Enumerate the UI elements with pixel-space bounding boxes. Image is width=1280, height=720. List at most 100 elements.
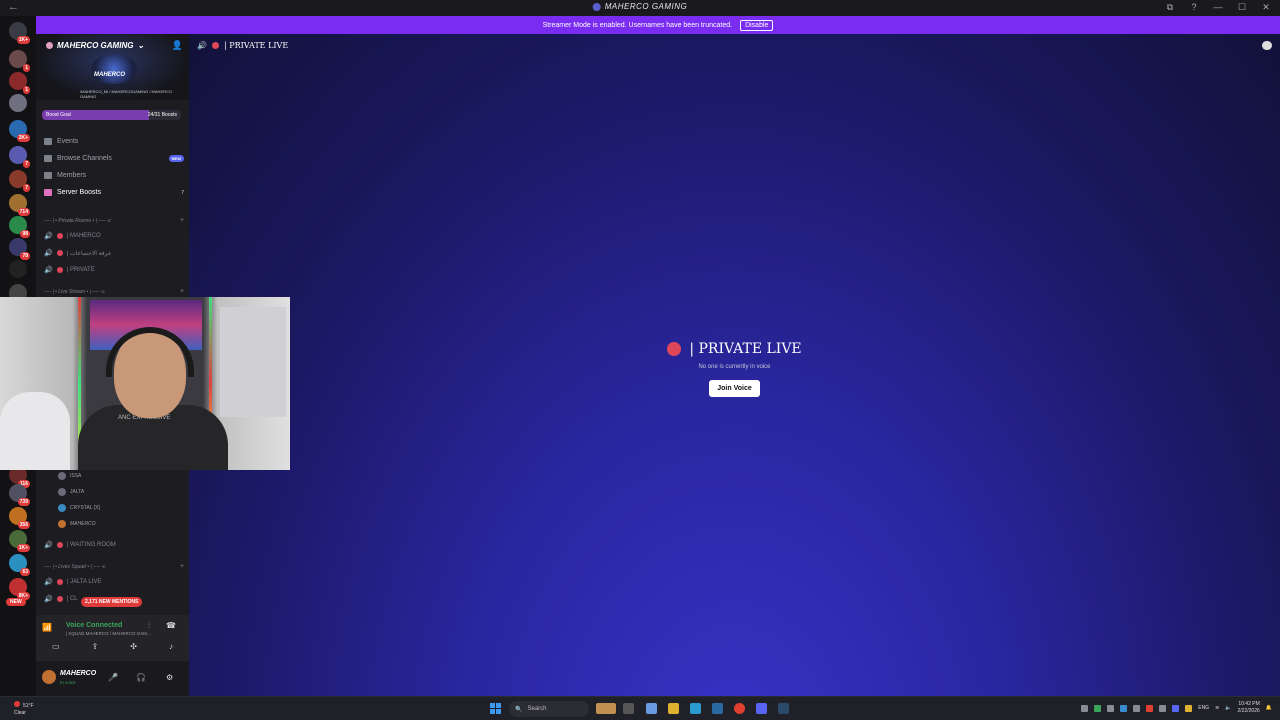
server-name-dropdown[interactable]: MAHERCO GAMING ⌄ bbox=[46, 41, 144, 50]
camera-off-icon[interactable]: ▭ bbox=[52, 642, 60, 651]
nav-events[interactable]: Events bbox=[44, 138, 184, 145]
add-channel-icon[interactable]: + bbox=[180, 217, 184, 224]
language-indicator[interactable]: ENG bbox=[1198, 705, 1209, 711]
nav-browse-channels[interactable]: Browse Channels NEW bbox=[44, 155, 184, 162]
file-explorer-icon[interactable] bbox=[668, 703, 679, 714]
avatar[interactable] bbox=[42, 670, 56, 684]
task-view-icon[interactable] bbox=[623, 703, 634, 714]
invite-people-icon[interactable]: 👤 bbox=[172, 40, 183, 51]
mention-badge: 98 bbox=[20, 230, 30, 238]
taskbar-search[interactable]: 🔍 Search bbox=[509, 701, 589, 717]
notifications-icon[interactable]: 🔔 bbox=[1266, 705, 1272, 711]
volume-icon[interactable]: 🔈 bbox=[1225, 705, 1231, 711]
minimize-button[interactable]: — bbox=[1212, 2, 1224, 13]
server-icon-15[interactable]: 356 bbox=[9, 507, 30, 529]
red-dot-icon bbox=[56, 579, 63, 585]
voice-channel-waiting-room[interactable]: 🔊 | WAITING ROOM bbox=[44, 541, 116, 549]
inbox-icon[interactable]: ⧉ bbox=[1164, 2, 1176, 13]
server-icon-10[interactable]: 78 bbox=[9, 238, 30, 260]
tray-icon[interactable] bbox=[1120, 704, 1128, 712]
add-channel-icon[interactable]: + bbox=[180, 288, 184, 295]
noise-suppression-icon[interactable]: ⫶ bbox=[148, 621, 150, 631]
category-private-rooms[interactable]: ── | • Private Rooms • | ── -c + bbox=[44, 217, 184, 224]
nav-members[interactable]: Members bbox=[44, 172, 184, 179]
windows-start-icon[interactable] bbox=[490, 703, 501, 714]
headphones-icon[interactable]: 🎧 bbox=[136, 673, 146, 682]
server-icon-6[interactable]: 7 bbox=[9, 146, 30, 168]
wifi-icon[interactable]: ≋ bbox=[1215, 705, 1219, 711]
server-icon-16[interactable]: 1K+ bbox=[9, 530, 30, 552]
voice-channel-jalta-live[interactable]: 🔊 | JALTA LIVE bbox=[44, 578, 101, 586]
boost-goal-bar[interactable]: Boost Goal 24/31 Boosts bbox=[42, 110, 181, 120]
activities-icon[interactable]: ✣ bbox=[130, 642, 137, 651]
voice-actions: ▭ ⇪ ✣ ♪ bbox=[36, 642, 189, 651]
add-channel-icon[interactable]: + bbox=[180, 563, 184, 570]
clock[interactable]: 10:42 PM 2/22/2026 bbox=[1238, 701, 1260, 715]
tray-icon[interactable] bbox=[1172, 704, 1180, 712]
copilot-icon[interactable] bbox=[646, 703, 657, 714]
store-icon[interactable] bbox=[712, 703, 723, 714]
system-tray: ENG ≋ 🔈 10:42 PM 2/22/2026 🔔 bbox=[1081, 701, 1272, 715]
server-icon-5[interactable]: 2K+ bbox=[9, 120, 30, 142]
disable-streamer-mode-button[interactable]: Disable bbox=[740, 19, 774, 31]
voice-member[interactable]: JALTA bbox=[58, 488, 84, 496]
server-icon-11[interactable] bbox=[9, 260, 27, 278]
voice-channel-maherco[interactable]: 🔊 | MAHERCO bbox=[44, 232, 101, 240]
server-icon-2[interactable]: 1 bbox=[9, 50, 30, 72]
discord-icon[interactable] bbox=[756, 703, 767, 714]
nav-server-boosts[interactable]: Server Boosts 7 bbox=[44, 189, 184, 196]
category-live-stream[interactable]: ── | • Live Stream • | ── -c + bbox=[44, 288, 184, 295]
soundboard-icon[interactable]: ♪ bbox=[169, 642, 173, 651]
server-badge-icon bbox=[46, 42, 53, 49]
tray-icon[interactable] bbox=[1159, 704, 1167, 712]
widget-icon[interactable] bbox=[596, 703, 616, 714]
steam-icon[interactable] bbox=[778, 703, 789, 714]
chrome-icon[interactable] bbox=[734, 703, 745, 714]
microphone-icon[interactable]: 🎤 bbox=[108, 673, 118, 682]
voice-channel-meetings[interactable]: 🔊 | غرفة الاجتماعات bbox=[44, 249, 111, 257]
maximize-button[interactable]: ☐ bbox=[1236, 2, 1248, 13]
username[interactable]: MAHERCO bbox=[60, 670, 96, 677]
server-icon-7[interactable]: 7 bbox=[9, 170, 30, 192]
close-button[interactable]: ✕ bbox=[1260, 2, 1272, 13]
signal-icon[interactable]: 📶 bbox=[42, 623, 52, 632]
weather-widget[interactable]: 51°F Clear bbox=[14, 701, 34, 717]
server-logo-subtitle: /MAHERCO_MI / MAHERCOGAMING / MAHERCO GA… bbox=[80, 89, 173, 99]
disconnect-icon[interactable]: ☎ bbox=[166, 621, 176, 630]
tray-icon[interactable] bbox=[1185, 704, 1193, 712]
server-icon-1[interactable]: 1K+ bbox=[9, 22, 30, 44]
tray-icon[interactable] bbox=[1133, 704, 1141, 712]
mention-badge: 1 bbox=[23, 64, 30, 72]
server-icon-14[interactable]: 739 bbox=[9, 484, 30, 506]
server-icon-9[interactable]: 98 bbox=[9, 216, 30, 238]
screen-share-icon[interactable]: ⇪ bbox=[92, 642, 99, 651]
new-servers-pill[interactable]: NEW bbox=[6, 598, 26, 606]
tray-icon[interactable] bbox=[1146, 704, 1154, 712]
boost-goal-label: Boost Goal bbox=[46, 112, 71, 118]
new-mentions-pill[interactable]: 2,171 NEW MENTIONS bbox=[81, 597, 143, 607]
boost-icon bbox=[44, 189, 52, 196]
voice-member[interactable]: MAHERCO bbox=[58, 520, 96, 528]
server-banner[interactable]: MAHERCO GAMING ⌄ 👤 MAHERCO /MAHERCO_MI /… bbox=[36, 34, 189, 100]
chat-icon[interactable] bbox=[1262, 41, 1272, 50]
server-icon-4[interactable] bbox=[9, 94, 27, 112]
voice-member[interactable]: CRYSTAL [X] bbox=[58, 504, 100, 512]
server-icon-3[interactable]: 1 bbox=[9, 72, 30, 94]
voice-connected-label[interactable]: Voice Connected bbox=[66, 622, 122, 629]
tray-icon[interactable] bbox=[1094, 704, 1102, 712]
server-icon-18[interactable]: 8K+ bbox=[9, 578, 30, 600]
voice-channel-private[interactable]: 🔊 | PRIVATE bbox=[44, 266, 95, 274]
voice-channel-cl[interactable]: 🔊 | CL bbox=[44, 595, 78, 603]
edge-icon[interactable] bbox=[690, 703, 701, 714]
gear-icon[interactable]: ⚙ bbox=[166, 673, 173, 682]
voice-channel-path[interactable]: | SQUAD MAHERCO / MAHERCO GAM... bbox=[66, 631, 176, 636]
tray-icon[interactable] bbox=[1081, 704, 1089, 712]
category-lives-squad[interactable]: ── | • Lives Squad • | ── -c + bbox=[44, 563, 184, 570]
server-icon-17[interactable]: 63 bbox=[9, 554, 30, 576]
join-voice-button[interactable]: Join Voice bbox=[709, 380, 760, 397]
tray-icon[interactable] bbox=[1107, 704, 1115, 712]
help-icon[interactable]: ? bbox=[1188, 2, 1200, 13]
server-icon-8[interactable]: 714 bbox=[9, 194, 30, 216]
voice-member[interactable]: ISSA bbox=[58, 472, 81, 480]
back-arrow-icon[interactable]: ← bbox=[8, 1, 19, 13]
